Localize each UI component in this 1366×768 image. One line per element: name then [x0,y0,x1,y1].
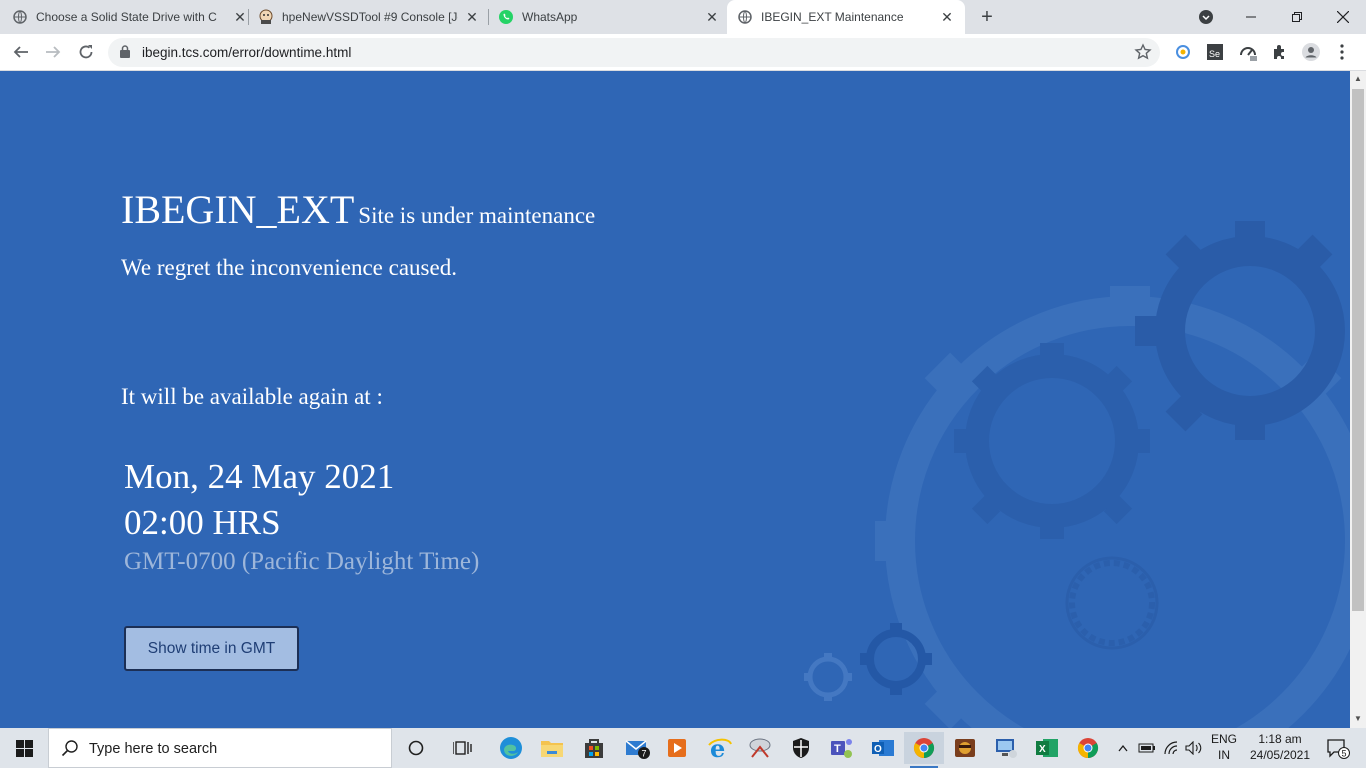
extension-icon[interactable] [1172,41,1194,63]
minimize-button[interactable] [1228,0,1274,34]
extensions-puzzle-icon[interactable] [1269,41,1291,63]
site-name: IBEGIN_EXT [121,187,355,232]
scroll-up-icon[interactable]: ▲ [1354,74,1362,83]
file-explorer-icon[interactable] [532,732,572,764]
gears-background-icon [804,221,1350,728]
svg-text:T: T [834,743,841,755]
availability-timezone: GMT-0700 (Pacific Daylight Time) [124,548,480,575]
tab-console[interactable]: hpeNewVSSDTool #9 Console [Je ✕ [258,0,480,34]
tab-ssd[interactable]: Choose a Solid State Drive with C ✕ [12,0,248,34]
remote-desktop-icon[interactable] [986,732,1026,764]
search-placeholder: Type here to search [89,741,218,757]
excel-icon[interactable]: X [1027,732,1067,764]
outlook-icon[interactable]: O [863,732,903,764]
media-player-icon[interactable] [657,732,697,764]
profile-avatar-icon[interactable] [1300,41,1322,63]
menu-kebab-icon[interactable] [1331,41,1353,63]
globe-icon [12,9,28,25]
speed-extension-icon[interactable] [1237,41,1259,63]
maintenance-page: IBEGIN_EXT Site is under maintenance We … [0,71,1350,728]
notification-center-icon[interactable]: 5 [1320,728,1356,768]
snipping-tool-icon[interactable] [740,732,780,764]
restore-button[interactable] [1274,0,1320,34]
tab-title: Choose a Solid State Drive with C [36,10,217,24]
svg-text:Se: Se [1209,49,1220,59]
chrome-icon[interactable] [904,732,944,768]
selenium-extension-icon[interactable]: Se [1204,41,1226,63]
page-title: IBEGIN_EXT Site is under maintenance [121,186,595,233]
tab-title: hpeNewVSSDTool #9 Console [Je [282,10,458,24]
site-status: Site is under maintenance [358,203,596,228]
clock-time: 1:18 am [1258,732,1302,746]
windows-start-icon[interactable] [0,728,48,768]
system-clock[interactable]: 1:18 am 24/05/2021 [1242,731,1318,763]
scroll-thumb[interactable] [1352,89,1364,611]
reload-button[interactable] [74,40,98,64]
notification-count: 5 [1342,749,1347,759]
battery-icon[interactable] [1136,728,1158,768]
volume-icon[interactable] [1183,728,1205,768]
language-code: ENG [1210,732,1237,746]
store-icon[interactable] [574,732,614,764]
close-icon[interactable]: ✕ [464,9,480,25]
taskbar-search-input[interactable]: Type here to search [48,728,392,768]
lock-icon[interactable] [120,45,130,63]
availability-time: 02:00 HRS [124,503,281,542]
svg-text:O: O [874,744,882,755]
mail-icon[interactable]: 7 [617,732,657,764]
mail-badge: 7 [642,749,647,759]
browser-tabstrip: Choose a Solid State Drive with C ✕ hpeN… [0,0,1366,34]
back-button[interactable] [9,40,33,64]
close-icon[interactable]: ✕ [939,9,955,25]
tab-separator [488,9,489,25]
tab-search-button[interactable] [1184,0,1228,34]
scroll-down-icon[interactable]: ▼ [1354,714,1362,723]
chrome-secondary-icon[interactable] [1068,732,1108,764]
availability-label: It will be available again at : [121,384,383,409]
browser-toolbar: ibegin.tcs.com/error/downtime.html Se [0,34,1366,71]
tab-ibegin-maintenance[interactable]: IBEGIN_EXT Maintenance ✕ [727,0,965,34]
svg-text:X: X [1039,744,1046,755]
jenkins-icon [258,9,274,25]
edge-browser-icon[interactable] [491,732,531,764]
close-icon[interactable]: ✕ [232,9,248,25]
teams-icon[interactable]: T [822,732,862,764]
url-text: ibegin.tcs.com/error/downtime.html [142,45,352,60]
page-scrollbar[interactable]: ▲ ▼ [1350,71,1366,728]
whatsapp-icon [498,9,514,25]
security-shield-icon[interactable] [781,732,821,764]
new-tab-button[interactable]: + [977,6,997,28]
windows-taskbar: Type here to search 7 e T O X ENG IN 1:1… [0,728,1366,768]
tab-title: IBEGIN_EXT Maintenance [761,10,904,24]
cortana-icon[interactable] [396,732,436,764]
availability-date: Mon, 24 May 2021 [124,457,395,496]
search-icon [61,739,79,762]
bookmark-star-icon[interactable] [1134,43,1152,66]
forward-button[interactable] [41,40,65,64]
regret-message: We regret the inconvenience caused. [121,255,457,280]
internet-explorer-icon[interactable]: e [700,732,740,764]
close-window-button[interactable] [1320,0,1366,34]
task-view-icon[interactable] [443,732,483,764]
tab-separator [248,9,249,25]
close-icon[interactable]: ✕ [704,9,720,25]
tab-title: WhatsApp [522,10,578,24]
globe-icon [737,9,753,25]
game-app-icon[interactable] [945,732,985,764]
show-hidden-icons-chevron-icon[interactable] [1113,728,1133,768]
show-time-gmt-button[interactable]: Show time in GMT [124,626,299,671]
region-code: IN [1218,748,1230,762]
wifi-icon[interactable] [1160,728,1182,768]
clock-date: 24/05/2021 [1249,748,1311,762]
address-bar[interactable]: ibegin.tcs.com/error/downtime.html [108,38,1160,67]
tab-whatsapp[interactable]: WhatsApp ✕ [498,0,720,34]
language-indicator[interactable]: ENG IN [1207,731,1241,763]
